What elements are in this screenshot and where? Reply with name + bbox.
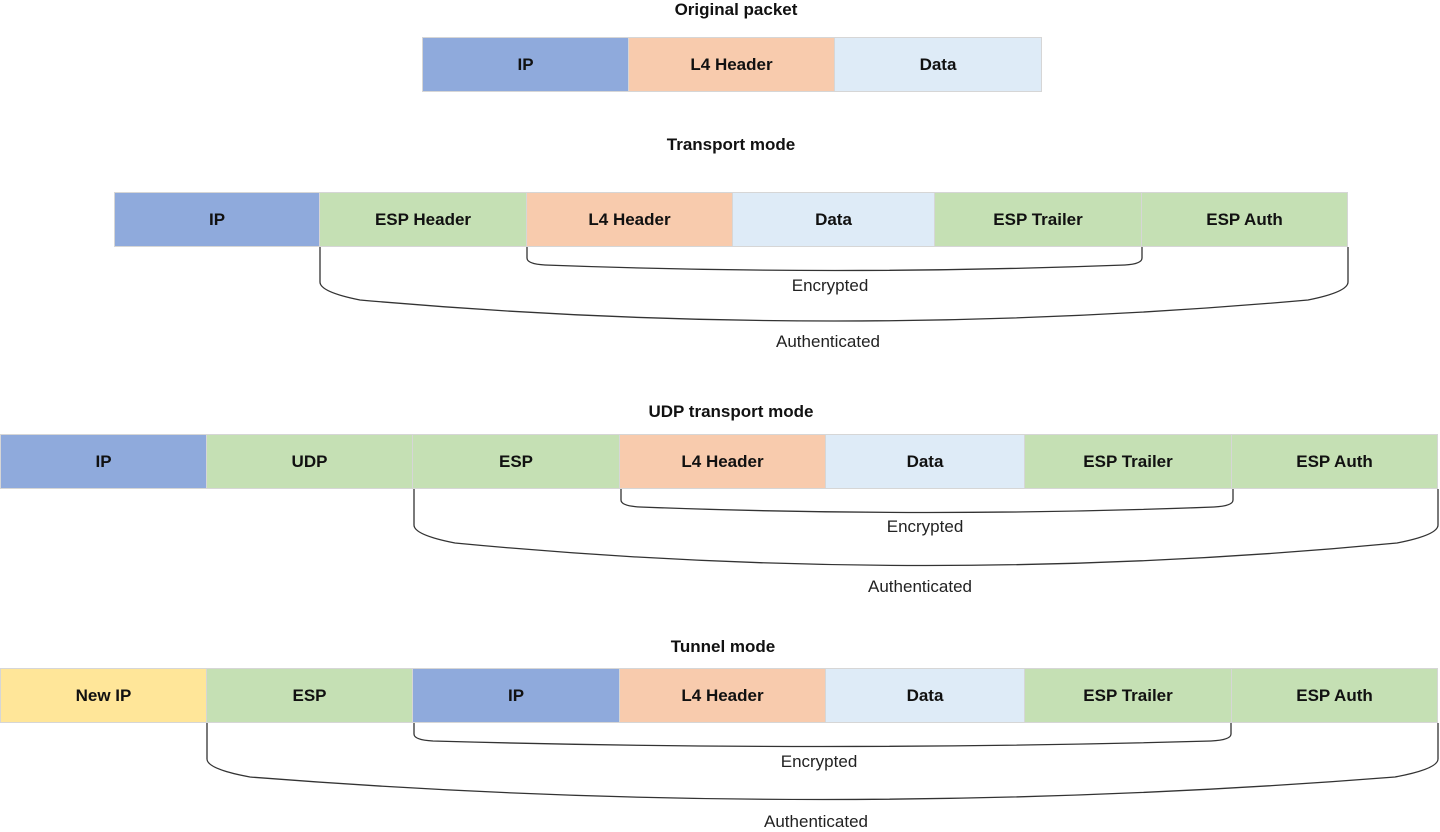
field-label: IP xyxy=(95,451,112,471)
field-label: Data xyxy=(919,54,957,74)
field-esp-auth: ESP Auth xyxy=(1232,434,1438,489)
packet-udp-transport: IP UDP ESP L4 Header Data ESP Trailer ES… xyxy=(0,434,1438,489)
field-esp-trailer: ESP Trailer xyxy=(1025,434,1232,489)
field-esp-trailer: ESP Trailer xyxy=(935,192,1142,247)
field-data: Data xyxy=(826,434,1025,489)
field-l4-header: L4 Header xyxy=(527,192,733,247)
field-label: Data xyxy=(815,209,852,229)
field-esp: ESP xyxy=(207,668,413,723)
field-label: ESP Trailer xyxy=(1083,451,1173,471)
title-original-packet: Original packet xyxy=(674,0,798,19)
field-label: ESP Auth xyxy=(1296,685,1373,705)
label-udp-encrypted: Encrypted xyxy=(886,517,964,536)
field-label: ESP Auth xyxy=(1206,209,1283,229)
field-data: Data xyxy=(826,668,1025,723)
field-label: New IP xyxy=(75,685,132,705)
field-l4-header: L4 Header xyxy=(620,434,826,489)
field-esp-auth: ESP Auth xyxy=(1142,192,1348,247)
packet-transport: IP ESP Header L4 Header Data ESP Trailer… xyxy=(114,192,1348,247)
field-new-ip: New IP xyxy=(0,668,207,723)
field-label: UDP xyxy=(291,451,328,471)
field-label: L4 Header xyxy=(690,54,773,74)
bracket-transport-encrypted xyxy=(526,247,1143,272)
field-l4-header: L4 Header xyxy=(629,37,835,92)
field-udp: UDP xyxy=(207,434,413,489)
field-data: Data xyxy=(835,37,1042,92)
label-udp-authenticated: Authenticated xyxy=(868,577,972,596)
label-tunnel-authenticated: Authenticated xyxy=(764,812,868,831)
field-label: ESP Trailer xyxy=(1083,685,1173,705)
field-label: ESP Trailer xyxy=(993,209,1083,229)
field-label: IP xyxy=(507,685,525,705)
field-label: IP xyxy=(517,54,534,74)
field-esp-header: ESP Header xyxy=(320,192,527,247)
field-ip: IP xyxy=(422,37,629,92)
field-label: IP xyxy=(208,209,226,229)
title-tunnel-mode: Tunnel mode xyxy=(670,637,776,656)
field-label: ESP xyxy=(498,451,534,471)
title-transport-mode: Transport mode xyxy=(666,135,796,154)
field-ip: IP xyxy=(0,434,207,489)
field-data: Data xyxy=(733,192,935,247)
field-label: ESP Auth xyxy=(1296,451,1373,471)
field-label: L4 Header xyxy=(681,451,764,471)
field-esp-trailer: ESP Trailer xyxy=(1025,668,1232,723)
field-l4-header: L4 Header xyxy=(620,668,826,723)
packet-original: IP L4 Header Data xyxy=(422,37,1042,92)
field-label: L4 Header xyxy=(681,685,764,705)
field-esp: ESP xyxy=(413,434,620,489)
field-esp-auth: ESP Auth xyxy=(1232,668,1438,723)
field-label: Data xyxy=(906,685,944,705)
title-udp-transport-mode: UDP transport mode xyxy=(648,402,814,421)
field-label: ESP Header xyxy=(374,209,472,229)
bracket-udp-encrypted xyxy=(620,489,1234,514)
bracket-tunnel-encrypted xyxy=(413,723,1232,748)
field-label: Data xyxy=(906,451,944,471)
label-tunnel-encrypted: Encrypted xyxy=(780,752,858,771)
label-transport-authenticated: Authenticated xyxy=(776,332,880,351)
field-ip: IP xyxy=(413,668,620,723)
packet-tunnel: New IP ESP IP L4 Header Data ESP Trailer… xyxy=(0,668,1438,723)
field-ip: IP xyxy=(114,192,320,247)
field-label: L4 Header xyxy=(588,209,671,229)
label-transport-encrypted: Encrypted xyxy=(791,276,869,295)
field-label: ESP xyxy=(292,685,327,705)
